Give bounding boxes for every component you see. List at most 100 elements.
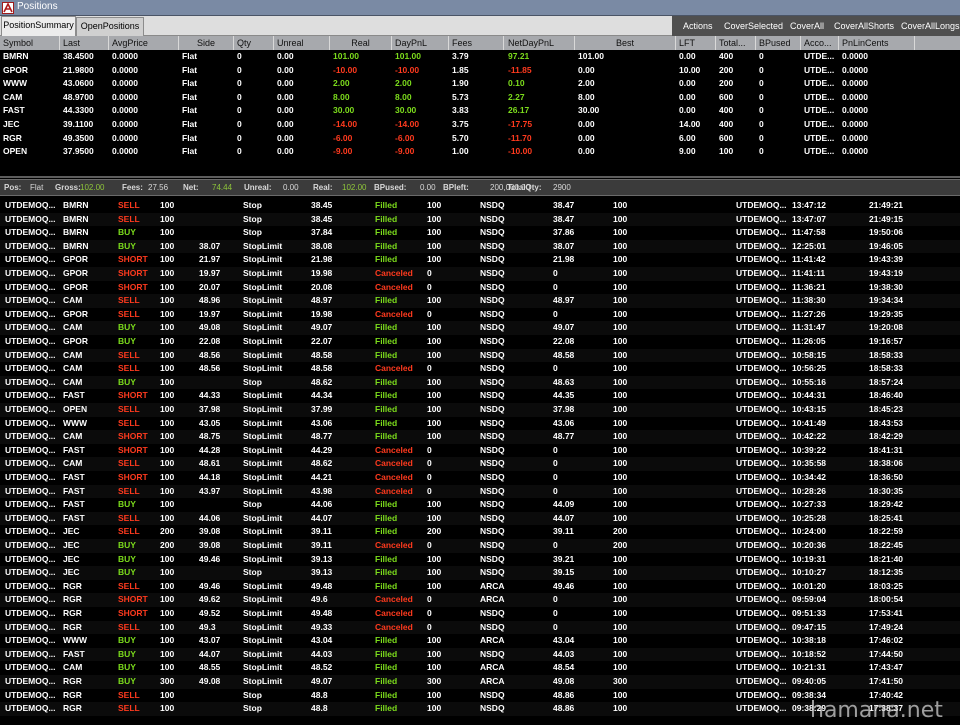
position-row[interactable]: OPEN 37.9500 0.0000 Flat 0 0.00 -9.00 -9.00 1.00… [0,145,960,159]
order-cell: 21.98 [553,254,575,265]
order-row[interactable]: UTDEMOQ... CAM SELL 100 48.56 StopLimit 48.58 C… [0,362,960,376]
order-cell: 100 [613,553,628,564]
order-cell [678,648,730,662]
order-row[interactable]: UTDEMOQ... FAST BUY 100 Stop 44.06 Filled 100 NS… [0,498,960,512]
column-header-lft[interactable]: LFT [676,36,716,50]
order-cell: StopLimit [243,240,283,251]
column-header-netdaypnl[interactable]: NetDayPnL [505,36,575,50]
column-header-qty[interactable]: Qty [234,36,274,50]
position-cell: 3.83 [452,105,469,116]
order-row[interactable]: UTDEMOQ... WWW BUY 100 43.07 StopLimit 43.04 Fi… [0,634,960,648]
order-row[interactable]: UTDEMOQ... BMRN BUY 100 38.07 StopLimit 38.08 F… [0,239,960,254]
order-cell: 10:58:15 [792,349,827,360]
order-cell: UTDEMOQ... [736,526,787,537]
order-row[interactable]: UTDEMOQ... BMRN BUY 100 Stop 37.84 Filled 100 NS… [0,226,960,240]
positions-body: BMRN 38.4500 0.0000 Flat 0 0.00 101.00 101.00 3.… [0,50,960,176]
tab-open-positions[interactable]: OpenPositions [76,17,144,36]
column-header-side[interactable]: Side [179,36,234,50]
cover-all-longs-button[interactable]: CoverAllLongs [901,16,960,36]
column-header-avgprice[interactable]: AvgPrice [109,36,179,50]
order-row[interactable]: UTDEMOQ... CAM BUY 100 49.08 StopLimit 49.07 Fi… [0,321,960,335]
order-row[interactable]: UTDEMOQ... CAM SELL 100 48.96 StopLimit 48.97 F… [0,294,960,308]
order-cell: UTDEMOQ... [5,322,56,333]
column-header-last[interactable]: Last [60,36,109,50]
position-row[interactable]: RGR 49.3500 0.0000 Flat 0 0.00 -6.00 -6.00 5.70 -… [0,132,960,146]
order-cell: BUY [118,567,136,578]
cover-all-shorts-button[interactable]: CoverAllShorts [834,16,894,36]
order-row[interactable]: UTDEMOQ... GPOR SHORT 100 19.97 StopLimit 19.9… [0,267,960,281]
order-cell [196,199,241,213]
order-row[interactable]: UTDEMOQ... CAM SELL 100 48.61 StopLimit 48.62 C… [0,457,960,471]
position-cell: -6.00 [333,132,353,143]
order-row[interactable]: UTDEMOQ... RGR SHORT 100 49.62 StopLimit 49.6 C… [0,593,960,607]
position-row[interactable]: CAM 48.9700 0.0000 Flat 0 0.00 8.00 8.00 5.73 2.2… [0,91,960,105]
position-cell: Flat [182,119,198,129]
column-header-acco[interactable]: Acco... [801,36,839,50]
order-row[interactable]: UTDEMOQ... RGR BUY 300 49.08 StopLimit 49.07 Fi… [0,675,960,689]
position-row[interactable]: FAST 44.3300 0.0000 Flat 0 0.00 30.00 30.00 3.83… [0,104,960,118]
order-row[interactable]: UTDEMOQ... CAM BUY 100 Stop 48.62 Filled 100 NSD… [0,375,960,390]
column-header-symbol[interactable]: Symbol [0,36,60,50]
order-cell: StopLimit [243,308,283,319]
order-row[interactable]: UTDEMOQ... JEC BUY 100 49.46 StopLimit 39.13 Fi… [0,552,960,567]
order-row[interactable]: UTDEMOQ... JEC SELL 200 39.08 StopLimit 39.11 F… [0,525,960,539]
column-header-unreal[interactable]: Unreal [274,36,330,50]
order-cell: UTDEMOQ... [736,213,787,224]
order-row[interactable]: UTDEMOQ... GPOR SHORT 100 21.97 StopLimit 21.9… [0,253,960,267]
position-row[interactable]: BMRN 38.4500 0.0000 Flat 0 0.00 101.00 101.00 3.… [0,50,960,64]
column-header-daypnl[interactable]: DayPnL [392,36,449,50]
order-cell: OPEN [63,404,88,414]
order-row[interactable]: UTDEMOQ... FAST SELL 100 44.06 StopLimit 44.07… [0,511,960,526]
tab-position-summary[interactable]: PositionSummary [1,16,76,36]
column-header-fees[interactable]: Fees [449,36,504,50]
order-row[interactable]: UTDEMOQ... WWW SELL 100 43.05 StopLimit 43.06 F… [0,416,960,431]
order-row[interactable]: UTDEMOQ... FAST SHORT 100 44.28 StopLimit 44.2… [0,443,960,458]
order-row[interactable]: UTDEMOQ... BMRN SELL 100 Stop 38.45 Filled 100 N… [0,199,960,213]
column-header-total[interactable]: Total... [716,36,756,50]
order-cell: 300 [613,676,628,686]
order-cell: 39.21 [553,553,575,564]
order-row[interactable]: UTDEMOQ... CAM SELL 100 48.56 StopLimit 48.58 F… [0,348,960,363]
order-row[interactable]: UTDEMOQ... JEC BUY 100 Stop 39.13 Filled 100 NSD… [0,566,960,580]
order-row[interactable]: UTDEMOQ... CAM BUY 100 48.55 StopLimit 48.52 Fi… [0,661,960,675]
order-cell: SELL [118,213,140,224]
column-header-bpused[interactable]: BPused [756,36,801,50]
order-row[interactable]: UTDEMOQ... CAM SHORT 100 48.75 StopLimit 48.77… [0,430,960,444]
column-header-pnlincents[interactable]: PnLinCents [839,36,915,50]
order-row[interactable]: UTDEMOQ... OPEN SELL 100 37.98 StopLimit 37.99… [0,403,960,417]
order-cell: FAST [63,499,85,510]
position-cell: -14.00 [333,119,358,129]
order-row[interactable]: UTDEMOQ... JEC BUY 200 39.08 StopLimit 39.11 Ca… [0,539,960,553]
order-row[interactable]: UTDEMOQ... FAST SHORT 100 44.18 StopLimit 44.2… [0,471,960,485]
position-cell: 49.3500 [63,132,94,143]
order-cell: 48.61 [199,458,221,469]
order-cell: 10:01:20 [792,580,827,591]
position-row[interactable]: WWW 43.0600 0.0000 Flat 0 0.00 2.00 2.00 1.90 0.1… [0,77,960,91]
cover-all-button[interactable]: CoverAll [790,16,824,36]
pane-splitter[interactable] [0,176,960,178]
order-cell: NSDQ [480,376,505,387]
column-header-best[interactable]: Best [575,36,676,50]
order-row[interactable]: UTDEMOQ... FAST BUY 100 44.07 StopLimit 44.03 F… [0,647,960,662]
order-row[interactable]: UTDEMOQ... RGR SHORT 100 49.52 StopLimit 49.48… [0,607,960,621]
order-row[interactable]: UTDEMOQ... RGR SELL 100 49.46 StopLimit 49.48 F… [0,579,960,594]
actions-menu-button[interactable]: Actions [683,16,713,36]
order-row[interactable]: UTDEMOQ... RGR SELL 100 49.3 StopLimit 49.33 Ca… [0,620,960,635]
app-logo-icon[interactable] [2,2,14,14]
order-row[interactable]: UTDEMOQ... GPOR SHORT 100 20.07 StopLimit 20.0… [0,280,960,295]
order-cell [678,444,730,458]
position-row[interactable]: GPOR 21.9800 0.0000 Flat 0 0.00 -10.00 -10.00 1.… [0,64,960,78]
order-row[interactable]: UTDEMOQ... GPOR BUY 100 22.08 StopLimit 22.07 F… [0,335,960,349]
order-cell: 44.29 [311,444,333,455]
position-cell: 0.00 [277,78,294,89]
cover-selected-button[interactable]: CoverSelected [724,16,783,36]
order-row[interactable]: UTDEMOQ... FAST SELL 100 43.97 StopLimit 43.98… [0,484,960,499]
position-cell: 0 [237,132,242,143]
order-cell: 19:43:19 [869,268,904,278]
position-row[interactable]: JEC 39.1100 0.0000 Flat 0 0.00 -14.00 -14.00 3.7… [0,118,960,132]
order-cell: 48.86 [553,703,575,714]
order-row[interactable]: UTDEMOQ... FAST SHORT 100 44.33 StopLimit 44.3… [0,389,960,403]
order-row[interactable]: UTDEMOQ... GPOR SELL 100 19.97 StopLimit 19.98… [0,307,960,322]
column-header-real[interactable]: Real [330,36,392,50]
order-row[interactable]: UTDEMOQ... BMRN SELL 100 Stop 38.45 Filled 100 N… [0,212,960,227]
